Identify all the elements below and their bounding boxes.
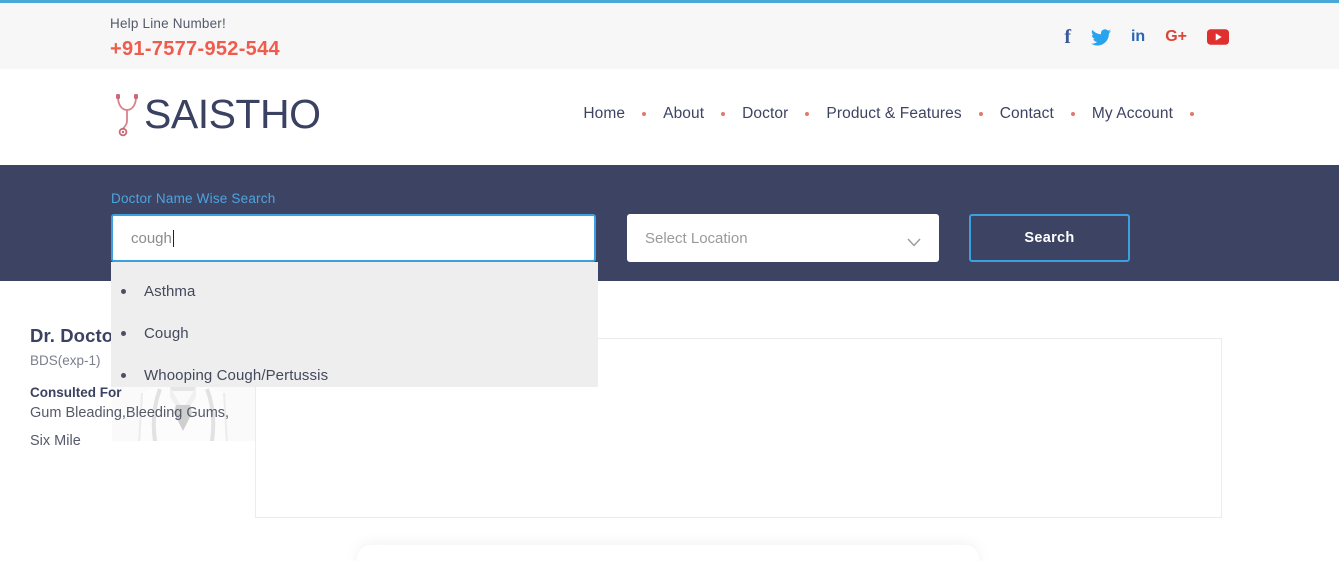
nav-separator-dot — [805, 112, 809, 116]
helpline-number[interactable]: +91-7577-952-544 — [110, 35, 280, 63]
doctor-search-input[interactable]: cough — [111, 214, 596, 262]
consulted-for-value: Gum Bleading,Bleeding Gums, — [30, 402, 229, 424]
bullet-icon — [121, 373, 126, 378]
next-result-card[interactable] — [357, 545, 979, 561]
helpline-label: Help Line Number! — [110, 15, 280, 33]
autocomplete-item-label: Asthma — [144, 283, 195, 300]
autocomplete-dropdown: Asthma Cough Whooping Cough/Pertussis — [111, 262, 598, 387]
nav-item-doctor[interactable]: Doctor — [742, 105, 788, 123]
doctor-search-input-wrapper: cough — [111, 214, 596, 262]
autocomplete-item-label: Whooping Cough/Pertussis — [144, 367, 328, 384]
doctor-search-input-value: cough — [131, 230, 172, 247]
main-navigation: Home About Doctor Product & Features Con… — [583, 105, 1211, 123]
nav-separator-dot — [1071, 112, 1075, 116]
autocomplete-item-cough[interactable]: Cough — [111, 312, 598, 354]
site-header: SAISTHO Home About Doctor Product & Feat… — [0, 69, 1339, 165]
autocomplete-item-label: Cough — [144, 325, 189, 342]
brand-name: SAISTHO — [144, 91, 320, 137]
nav-separator-dot — [979, 112, 983, 116]
twitter-icon[interactable] — [1091, 25, 1111, 49]
location-select-value: Select Location — [645, 230, 907, 247]
bullet-icon — [121, 289, 126, 294]
top-bar: Help Line Number! +91-7577-952-544 f in … — [0, 3, 1339, 69]
bullet-icon — [121, 331, 126, 336]
autocomplete-item-asthma[interactable]: Asthma — [111, 270, 598, 312]
chevron-down-icon — [907, 234, 921, 243]
doctor-location: Six Mile — [30, 433, 229, 449]
nav-item-home[interactable]: Home — [583, 105, 625, 123]
text-caret — [173, 230, 174, 247]
googleplus-icon[interactable]: G+ — [1165, 25, 1187, 49]
nav-item-my-account[interactable]: My Account — [1092, 105, 1173, 123]
brand-logo[interactable]: SAISTHO — [112, 91, 320, 137]
nav-item-product-features[interactable]: Product & Features — [826, 105, 961, 123]
nav-separator-dot — [721, 112, 725, 116]
nav-separator-dot — [642, 112, 646, 116]
facebook-icon[interactable]: f — [1064, 25, 1071, 49]
search-field-label: Doctor Name Wise Search — [111, 191, 275, 206]
stethoscope-icon — [112, 91, 142, 137]
autocomplete-item-whooping-cough-pertussis[interactable]: Whooping Cough/Pertussis — [111, 354, 598, 387]
linkedin-icon[interactable]: in — [1131, 25, 1145, 49]
nav-item-about[interactable]: About — [663, 105, 704, 123]
nav-separator-dot — [1190, 112, 1194, 116]
consulted-for-label: Consulted For — [30, 385, 229, 400]
social-links: f in G+ — [1064, 25, 1229, 49]
search-button[interactable]: Search — [969, 214, 1130, 262]
location-select[interactable]: Select Location — [627, 214, 939, 262]
youtube-icon[interactable] — [1207, 25, 1229, 49]
helpline-block: Help Line Number! +91-7577-952-544 — [110, 15, 280, 63]
nav-item-contact[interactable]: Contact — [1000, 105, 1054, 123]
